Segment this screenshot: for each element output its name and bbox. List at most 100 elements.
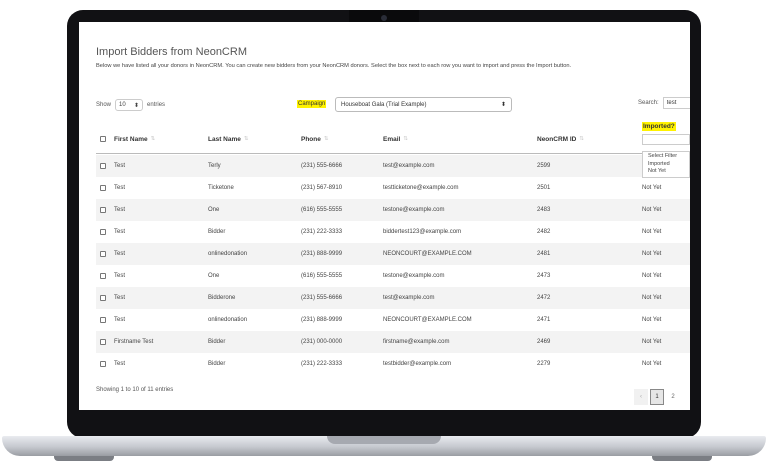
- campaign-value: Houseboat Gala (Trial Example): [341, 101, 427, 108]
- cell-last-name: Ticketone: [208, 185, 234, 191]
- cell-first-name: Test: [114, 163, 126, 169]
- row-checkbox[interactable]: [100, 295, 106, 301]
- imported-filter-dropdown: Select Filter Imported Not Yet: [642, 151, 690, 178]
- col-phone[interactable]: Phone ⇅: [301, 126, 328, 152]
- cell-first-name: Test: [114, 361, 126, 367]
- cell-imported: Not Yet: [642, 273, 662, 279]
- cell-email: testone@example.com: [383, 207, 445, 213]
- search-input[interactable]: [662, 97, 690, 109]
- pagination: ‹ 1 2: [634, 389, 680, 405]
- cell-phone: (231) 000-0000: [301, 339, 343, 345]
- filter-option[interactable]: Not Yet: [643, 168, 689, 176]
- prev-page-button[interactable]: ‹: [634, 389, 648, 405]
- cell-phone: (616) 555-5555: [301, 207, 343, 213]
- laptop-base-notch: [327, 436, 441, 444]
- row-checkbox[interactable]: [100, 273, 106, 279]
- row-checkbox[interactable]: [100, 317, 106, 323]
- row-checkbox[interactable]: [100, 361, 106, 367]
- cell-phone: (231) 888-9999: [301, 251, 343, 257]
- col-email[interactable]: Email ⇅: [383, 126, 408, 152]
- col-imported-label: Imported?: [642, 121, 676, 131]
- row-checkbox[interactable]: [100, 163, 106, 169]
- cell-first-name: Test: [114, 317, 126, 323]
- cell-neon-id: 2481: [537, 251, 551, 257]
- cell-first-name: Test: [114, 185, 126, 191]
- cell-phone: (231) 555-6666: [301, 163, 343, 169]
- col-first-name[interactable]: First Name ⇅: [114, 126, 155, 152]
- cell-neon-id: 2599: [537, 163, 551, 169]
- cell-email: testbidder@example.com: [383, 361, 452, 367]
- cell-email: NEONCOURT@EXAMPLE.COM: [383, 251, 472, 257]
- entries-select[interactable]: 10 ⬍: [115, 99, 144, 111]
- row-checkbox[interactable]: [100, 339, 106, 345]
- table-row[interactable]: Test Bidder (231) 222-3333 testbidder@examp…: [96, 353, 690, 375]
- search-control: Search:: [638, 97, 690, 109]
- cell-phone: (231) 567-8910: [301, 185, 343, 191]
- table-row[interactable]: Test onlinedonation (231) 888-9999 NEONCOUR…: [96, 309, 690, 331]
- cell-imported: Not Yet: [642, 251, 662, 257]
- col-last-name[interactable]: Last Name ⇅: [208, 126, 248, 152]
- search-label: Search:: [638, 100, 659, 106]
- filter-option[interactable]: Imported: [643, 161, 689, 169]
- campaign-select[interactable]: Houseboat Gala (Trial Example) ⬍: [335, 97, 512, 112]
- cell-phone: (616) 555-5555: [301, 273, 343, 279]
- cell-imported: Not Yet: [642, 339, 662, 345]
- page-button-2[interactable]: 2: [666, 389, 680, 405]
- cell-last-name: Bidder: [208, 339, 226, 345]
- col-first-name-label: First Name: [114, 135, 148, 143]
- cell-imported: Not Yet: [642, 317, 662, 323]
- cell-email: testone@example.com: [383, 273, 445, 279]
- cell-last-name: Bidder: [208, 361, 226, 367]
- cell-neon-id: 2472: [537, 295, 551, 301]
- cell-first-name: Test: [114, 229, 126, 235]
- cell-neon-id: 2469: [537, 339, 551, 345]
- row-checkbox[interactable]: [100, 229, 106, 235]
- entries-control: Show 10 ⬍ entries: [96, 99, 165, 111]
- cell-neon-id: 2471: [537, 317, 551, 323]
- camera-icon: [381, 15, 387, 21]
- sort-icon: ⇅: [323, 136, 329, 142]
- table-row[interactable]: Test onlinedonation (231) 888-9999 NEONCOUR…: [96, 243, 690, 265]
- col-neon-id[interactable]: NeonCRM ID ⇅: [537, 126, 584, 152]
- entries-label: entries: [147, 102, 166, 108]
- cell-email: biddertest123@example.com: [383, 229, 462, 235]
- cell-first-name: Firstname Test: [114, 339, 154, 345]
- select-all-checkbox[interactable]: [100, 136, 106, 142]
- row-checkbox[interactable]: [100, 185, 106, 191]
- page-button-1[interactable]: 1: [650, 389, 664, 405]
- row-checkbox[interactable]: [100, 207, 106, 213]
- cell-neon-id: 2279: [537, 361, 551, 367]
- col-last-name-label: Last Name: [208, 135, 241, 143]
- col-imported[interactable]: Imported?: [642, 118, 676, 134]
- cell-first-name: Test: [114, 207, 126, 213]
- screen: Import Bidders from NeonCRM Below we hav…: [79, 22, 690, 410]
- sort-icon: ⇅: [150, 136, 156, 142]
- cell-phone: (231) 222-3333: [301, 229, 343, 235]
- cell-imported: Not Yet: [642, 207, 662, 213]
- imported-filter-select[interactable]: [642, 134, 690, 145]
- cell-last-name: Bidderone: [208, 295, 236, 301]
- table-row[interactable]: Test One (616) 555-5555 testone@example.com…: [96, 265, 690, 287]
- col-email-label: Email: [383, 135, 401, 143]
- col-phone-label: Phone: [301, 135, 321, 143]
- table-row[interactable]: Test Terly (231) 555-6666 test@example.com 2…: [96, 155, 690, 177]
- cell-imported: Not Yet: [642, 295, 662, 301]
- row-checkbox[interactable]: [100, 251, 106, 257]
- updown-arrows-icon: ⬍: [133, 102, 140, 109]
- table-row[interactable]: Firstname Test Bidder (231) 000-0000 firstn…: [96, 331, 690, 353]
- cell-last-name: onlinedonation: [208, 251, 248, 257]
- cell-email: firstname@example.com: [383, 339, 450, 345]
- cell-phone: (231) 555-6666: [301, 295, 343, 301]
- cell-email: testticketone@example.com: [383, 185, 459, 191]
- table-row[interactable]: Test One (616) 555-5555 testone@example.com…: [96, 199, 690, 221]
- table-row[interactable]: Test Bidderone (231) 555-6666 test@example.…: [96, 287, 690, 309]
- sort-icon: ⇅: [403, 136, 408, 142]
- table-row[interactable]: Test Ticketone (231) 567-8910 testticketone…: [96, 177, 690, 199]
- table-row[interactable]: Test Bidder (231) 222-3333 biddertest123@ex…: [96, 221, 690, 243]
- sort-icon: ⇅: [243, 136, 249, 142]
- cell-last-name: One: [208, 273, 220, 279]
- campaign-label: Campaign: [297, 100, 327, 108]
- sort-icon: ⇅: [579, 136, 584, 142]
- show-label: Show: [96, 102, 112, 108]
- filter-option[interactable]: Select Filter: [643, 153, 689, 161]
